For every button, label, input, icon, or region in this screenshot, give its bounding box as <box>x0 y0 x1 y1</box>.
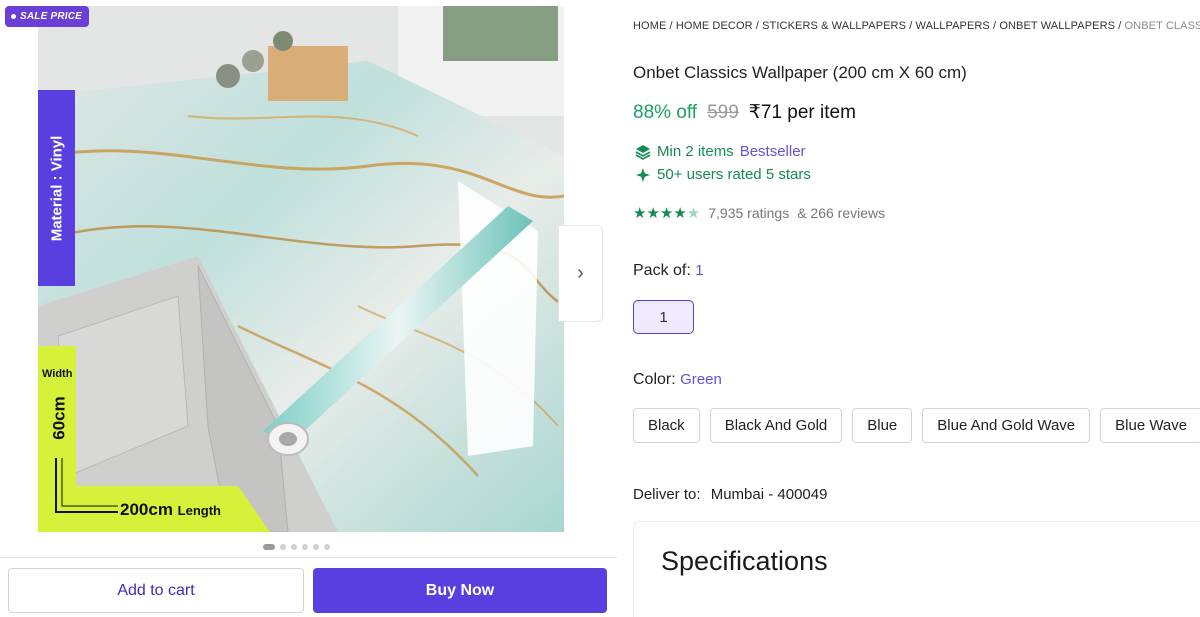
material-label: Material : Vinyl <box>48 135 65 241</box>
dimension-width-value: 60cm <box>50 396 70 440</box>
breadcrumb-item-wallpapers[interactable]: WALLPAPERS <box>916 20 990 32</box>
dimension-length-value: 200cm <box>120 500 173 519</box>
add-to-cart-button[interactable]: Add to cart <box>8 568 304 613</box>
deliver-to-label: Deliver to: <box>633 486 701 503</box>
product-title: Onbet Classics Wallpaper (200 cm X 60 cm… <box>633 63 967 82</box>
product-details: HOME / HOME DECOR / STICKERS & WALLPAPER… <box>633 0 1200 617</box>
color-option-black-and-gold[interactable]: Black And Gold <box>709 408 843 443</box>
pagination-dot[interactable] <box>291 544 297 550</box>
pagination-dot[interactable] <box>324 544 330 550</box>
breadcrumb-current: ONBET CLASSICS <box>1124 20 1200 32</box>
min-items-row: Min 2 items Bestseller <box>635 143 806 160</box>
users-rated-label: 50+ users rated 5 stars <box>657 166 811 183</box>
pack-of-label: Pack of: <box>633 262 691 279</box>
rating-stars-icon: ★★★★★ <box>633 205 701 222</box>
breadcrumb-separator: / <box>989 20 1000 32</box>
breadcrumb-item-stickers[interactable]: STICKERS & WALLPAPERS <box>762 20 906 32</box>
pack-of-selected: 1 <box>695 262 704 279</box>
bestseller-label: Bestseller <box>739 143 806 160</box>
breadcrumb-item-home-decor[interactable]: HOME DECOR <box>676 20 753 32</box>
image-pagination <box>263 544 330 550</box>
dimension-length: 200cm Length <box>120 500 221 520</box>
specifications-title: Specifications <box>661 546 828 576</box>
dimension-width-label: Width <box>42 368 73 380</box>
pagination-dot[interactable] <box>313 544 319 550</box>
color-option-black[interactable]: Black <box>633 408 700 443</box>
layers-icon <box>635 144 651 160</box>
color-label: Color: <box>633 371 676 388</box>
discount-percent: 88% off <box>633 102 698 123</box>
price-row: 88% off 599 ₹71 per item <box>633 101 856 124</box>
pagination-dot[interactable] <box>280 544 286 550</box>
pagination-dot[interactable] <box>263 544 275 550</box>
pagination-dot[interactable] <box>302 544 308 550</box>
specifications-section: Specifications <box>633 521 1200 617</box>
buy-now-button[interactable]: Buy Now <box>313 568 607 613</box>
delivery-row[interactable]: Deliver to: Mumbai - 400049 <box>633 486 827 503</box>
next-image-button[interactable]: › <box>558 225 603 322</box>
breadcrumb-separator: / <box>752 20 763 32</box>
ratings-count: 7,935 ratings <box>708 205 790 221</box>
users-rated-row: 50+ users rated 5 stars <box>635 166 811 183</box>
color-option-blue-wave[interactable]: Blue Wave <box>1100 408 1200 443</box>
breadcrumb-separator: / <box>906 20 916 32</box>
dimension-width-value-wrap: 60cm <box>48 386 72 450</box>
product-page: SALE PRICE Material : Vinyl Width 60cm 2… <box>0 0 1200 617</box>
sale-dot-icon <box>11 14 16 19</box>
reviews-count: & 266 reviews <box>797 205 886 221</box>
sale-price-badge: SALE PRICE <box>5 6 90 27</box>
color-options: Black Black And Gold Blue Blue And Gold … <box>633 408 1200 443</box>
chevron-right-icon: › <box>577 262 584 284</box>
delivery-location: Mumbai - 400049 <box>710 486 828 503</box>
rating-row[interactable]: ★★★★★ 7,935 ratings & 266 reviews <box>633 204 885 222</box>
breadcrumb-item-home[interactable]: HOME <box>633 20 666 32</box>
sale-badge-label: SALE PRICE <box>20 11 83 22</box>
breadcrumb-item-onbet-wallpapers[interactable]: ONBET WALLPAPERS <box>999 20 1115 32</box>
pack-of-row: Pack of: 1 <box>633 262 704 280</box>
color-option-blue-and-gold-wave[interactable]: Blue And Gold Wave <box>922 408 1091 443</box>
dimension-length-label: Length <box>177 503 221 518</box>
product-gallery: SALE PRICE Material : Vinyl Width 60cm 2… <box>0 0 617 617</box>
sparkle-star-icon <box>636 167 650 182</box>
min-items-label: Min 2 items <box>657 143 734 160</box>
breadcrumb: HOME / HOME DECOR / STICKERS & WALLPAPER… <box>633 20 1200 32</box>
color-option-blue[interactable]: Blue <box>852 408 913 443</box>
material-label-band: Material : Vinyl <box>38 90 75 286</box>
original-price: 599 <box>707 102 739 123</box>
color-selected: Green <box>680 371 722 388</box>
dimension-panel: Width 60cm 200cm Length <box>38 346 270 532</box>
action-bar: Add to cart Buy Now <box>0 557 617 617</box>
breadcrumb-separator: / <box>1115 20 1125 32</box>
color-row: Color: Green <box>633 371 722 389</box>
breadcrumb-separator: / <box>666 20 676 32</box>
sale-price: ₹71 per item <box>748 102 856 123</box>
pack-option-1[interactable]: 1 <box>633 300 694 334</box>
